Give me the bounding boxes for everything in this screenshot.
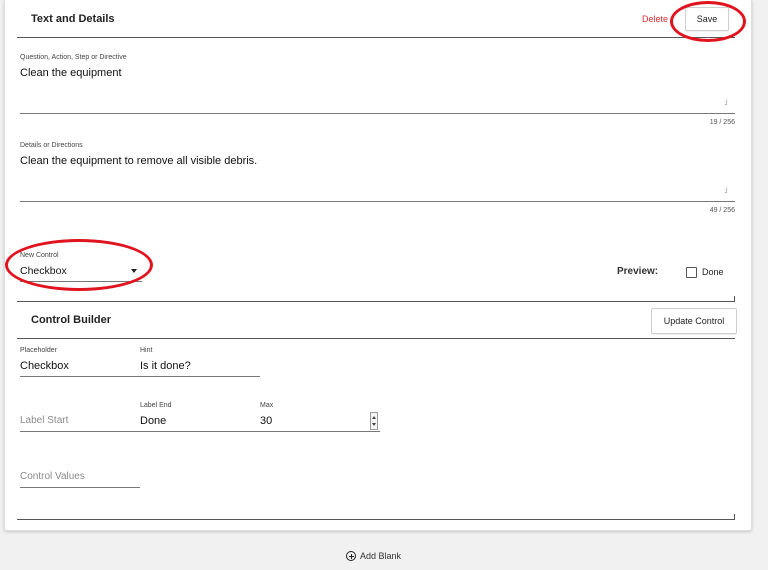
question-counter: 19 / 256	[709, 119, 735, 126]
add-blank-label: Add Blank	[360, 551, 402, 561]
max-label: Max	[260, 402, 274, 409]
spinner-down-icon[interactable]	[372, 423, 376, 426]
hint-input[interactable]: Is it done?	[140, 360, 191, 372]
label-end-label: Label End	[140, 402, 172, 409]
control-builder-title: Control Builder	[31, 314, 112, 326]
control-builder-divider	[17, 338, 735, 339]
label-end-input[interactable]: Done	[140, 415, 166, 427]
details-input[interactable]: Clean the equipment to remove all visibl…	[20, 155, 257, 167]
save-button[interactable]: Save	[685, 7, 729, 31]
plus-circle-icon	[346, 551, 356, 561]
update-control-button[interactable]: Update Control	[651, 308, 737, 334]
details-label: Details or Directions	[20, 142, 83, 149]
question-label: Question, Action, Step or Directive	[20, 54, 127, 61]
control-values-input[interactable]: Control Values	[20, 471, 85, 482]
delete-link[interactable]: Delete	[642, 14, 668, 24]
placeholder-input[interactable]: Checkbox	[20, 360, 69, 372]
bottom-divider	[17, 519, 735, 520]
new-control-label: New Control	[20, 252, 59, 259]
header-divider	[17, 37, 735, 38]
preview-checkbox[interactable]	[686, 267, 697, 278]
resize-handle-icon[interactable]: .:i	[724, 188, 728, 195]
new-control-underline	[20, 281, 142, 282]
question-underline	[20, 113, 735, 114]
resize-handle-icon[interactable]: .:i	[724, 100, 728, 107]
hint-label: Hint	[140, 347, 153, 354]
caret-down-icon[interactable]	[131, 269, 137, 273]
preview-checkbox-label: Done	[702, 267, 724, 277]
spinner-up-icon[interactable]	[372, 416, 376, 419]
preview-label: Preview:	[617, 266, 659, 277]
add-blank-button[interactable]: Add Blank	[346, 551, 401, 561]
details-underline	[20, 201, 735, 202]
row-underline	[20, 431, 380, 432]
divider-end	[734, 514, 735, 520]
section-title: Text and Details	[31, 13, 115, 25]
control-values-underline	[20, 487, 140, 488]
preview-divider	[17, 301, 735, 302]
question-card: Text and Details Delete Save Question, A…	[4, 0, 752, 531]
max-input[interactable]: 30	[260, 415, 272, 427]
new-control-select[interactable]: Checkbox	[20, 265, 67, 277]
label-start-input[interactable]: Label Start	[20, 415, 68, 426]
placeholder-label: Placeholder	[20, 347, 57, 354]
details-counter: 49 / 256	[709, 207, 735, 214]
divider-end	[734, 296, 735, 302]
placeholder-underline	[20, 376, 260, 377]
spinner-icon[interactable]	[370, 412, 378, 430]
question-input[interactable]: Clean the equipment	[20, 67, 122, 79]
